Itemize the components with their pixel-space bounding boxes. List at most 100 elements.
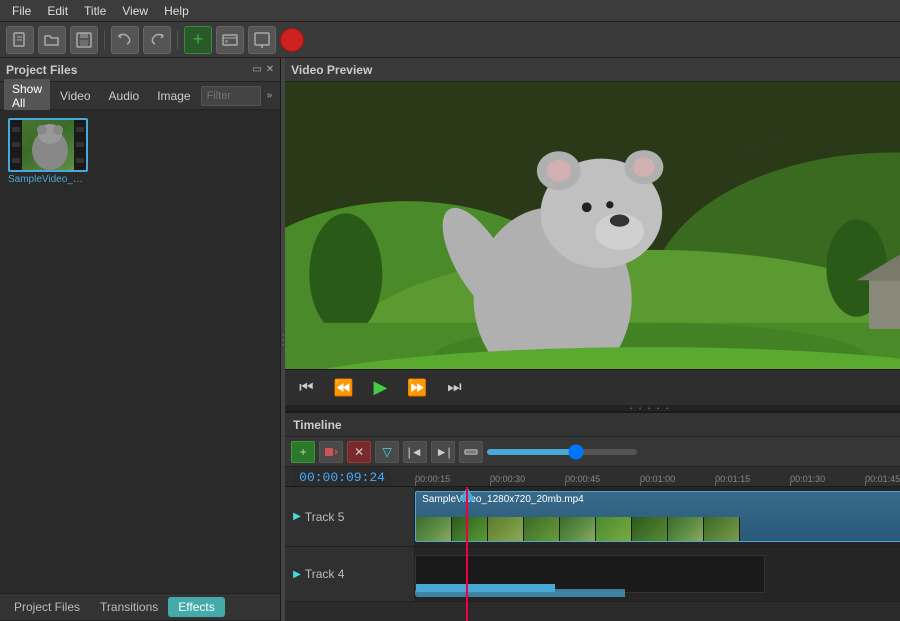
ruler-mark-4: 00:01:15 (715, 474, 790, 484)
film-notch-2 (12, 142, 20, 147)
video-preview-area (285, 82, 900, 369)
filter-arrow-icon[interactable]: » (263, 88, 277, 103)
bottom-tab-projectfiles[interactable]: Project Files (4, 597, 90, 617)
track4-clip (415, 555, 765, 593)
project-files-title: Project Files (6, 63, 77, 77)
timeline-body: 00:00:09:24 00:00:15 00:00:30 00:00:45 0… (285, 467, 900, 621)
save-button[interactable] (70, 26, 98, 54)
tl-ripple-button[interactable] (319, 441, 343, 463)
film-strip-right (74, 120, 86, 170)
main-layout: Project Files ▭ ✕ Show All Video Audio I… (0, 58, 900, 621)
timecode-display: 00:00:09:24 (293, 467, 391, 487)
film-strip-left (10, 120, 22, 170)
track4-label: ▶ Track 4 (285, 547, 415, 601)
project-button[interactable] (216, 26, 244, 54)
track5-content[interactable]: SampleVideo_1280x720_20mb.mp4 (415, 487, 900, 546)
tl-prev-marker-button[interactable]: |◄ (403, 441, 427, 463)
clip-thumb-3 (524, 517, 560, 541)
bottom-tab-effects[interactable]: Effects (168, 597, 224, 617)
tl-remove-button[interactable]: ✕ (347, 441, 371, 463)
tl-next-marker-button[interactable]: ►| (431, 441, 455, 463)
timeline-header: Timeline ▭ ✕ (285, 413, 900, 437)
tl-razor-button[interactable] (459, 441, 483, 463)
undo-button[interactable] (111, 26, 139, 54)
ruler-mark-3: 00:01:00 (640, 474, 715, 484)
track-row-track5: ▶ Track 5 SampleVideo_1280x720_20mb.mp4 (285, 487, 900, 547)
filter-tab-video[interactable]: Video (52, 86, 98, 106)
bottom-tab-transitions[interactable]: Transitions (90, 597, 168, 617)
video-frame-svg (285, 82, 900, 369)
add-button[interactable]: + (184, 26, 212, 54)
clip-thumb-8 (704, 517, 740, 541)
filter-tabs: Show All Video Audio Image » (0, 82, 280, 110)
timeline-toolbar: + ✕ ▽ |◄ ►| 15 seconds (285, 437, 900, 467)
tl-arrow-down-button[interactable]: ▽ (375, 441, 399, 463)
track5-clip[interactable]: SampleVideo_1280x720_20mb.mp4 (415, 491, 900, 542)
separator-1 (104, 30, 105, 50)
panel-close-icon[interactable]: ✕ (266, 64, 274, 75)
tl-add-button[interactable]: + (291, 441, 315, 463)
open-button[interactable] (38, 26, 66, 54)
timeline-zoom-slider[interactable] (487, 449, 637, 455)
track5-name: Track 5 (305, 510, 345, 524)
clip-thumb-7 (668, 517, 704, 541)
preview-controls: ⏮ ⏪ ▶ ⏩ ⏭ (285, 369, 900, 405)
track4-name: Track 4 (305, 567, 345, 581)
filter-tab-audio[interactable]: Audio (101, 86, 148, 106)
panel-minimize-icon[interactable]: ▭ (252, 64, 261, 75)
tracks-container: ▶ Track 5 SampleVideo_1280x720_20mb.mp4 (285, 487, 900, 621)
menu-help[interactable]: Help (156, 2, 197, 20)
timeline-area: Timeline ▭ ✕ + ✕ ▽ |◄ ►| (285, 411, 900, 621)
separator-2 (177, 30, 178, 50)
media-item-label: SampleVideo_12... (8, 174, 88, 185)
clip-thumb-5 (596, 517, 632, 541)
rewind-button[interactable]: ⏪ (330, 376, 358, 400)
track5-label: ▶ Track 5 (285, 487, 415, 546)
skip-forward-button[interactable]: ⏭ (443, 377, 465, 399)
track-row-track4: ▶ Track 4 (285, 547, 900, 602)
clip-thumb-2 (488, 517, 524, 541)
film-notch-5 (76, 142, 84, 147)
ruler-mark-2: 00:00:45 (565, 474, 640, 484)
play-button[interactable]: ▶ (369, 375, 391, 400)
menu-view[interactable]: View (114, 2, 156, 20)
media-thumbnail (8, 118, 88, 172)
clip-thumb-4 (560, 517, 596, 541)
film-notch-6 (76, 158, 84, 163)
timeline-title: Timeline (293, 418, 341, 432)
clip-thumb-6 (632, 517, 668, 541)
filter-tab-image[interactable]: Image (149, 86, 198, 106)
preview-header: Video Preview ▭ ✕ (285, 58, 900, 82)
menu-title[interactable]: Title (76, 2, 114, 20)
redo-button[interactable] (143, 26, 171, 54)
clip-thumbnail-strip (416, 517, 900, 541)
ruler-mark-5: 00:01:30 (790, 474, 865, 484)
clip-thumb-1 (452, 517, 488, 541)
panel-header-icons: ▭ ✕ (252, 64, 274, 75)
new-button[interactable] (6, 26, 34, 54)
fullscreen-button[interactable] (248, 26, 276, 54)
track5-arrow-icon[interactable]: ▶ (293, 511, 301, 522)
preview-section: Video Preview ▭ ✕ (285, 58, 900, 405)
ruler-marks: 00:00:15 00:00:30 00:00:45 00:01:00 00:0… (415, 474, 900, 484)
menu-file[interactable]: File (4, 2, 39, 20)
timeline-ruler: 00:00:09:24 00:00:15 00:00:30 00:00:45 0… (285, 467, 900, 487)
track4-content[interactable] (415, 547, 900, 601)
clip-title: SampleVideo_1280x720_20mb.mp4 (422, 494, 900, 505)
menu-edit[interactable]: Edit (39, 2, 76, 20)
bottom-tabs: Project Files Transitions Effects (0, 593, 280, 621)
track4-arrow-icon[interactable]: ▶ (293, 569, 301, 580)
fast-forward-button[interactable]: ⏩ (403, 376, 431, 400)
ruler-mark-1: 00:00:30 (490, 474, 565, 484)
record-button[interactable] (280, 28, 304, 52)
filter-input[interactable] (201, 86, 261, 106)
media-item-samplevideo[interactable]: SampleVideo_12... (8, 118, 88, 185)
film-notch-4 (76, 127, 84, 132)
filter-tab-showall[interactable]: Show All (4, 79, 50, 113)
preview-title: Video Preview (291, 63, 372, 77)
skip-back-button[interactable]: ⏮ (295, 377, 317, 399)
ruler-mark-0: 00:00:15 (415, 474, 490, 484)
media-area: SampleVideo_12... (0, 110, 280, 593)
left-panel: Project Files ▭ ✕ Show All Video Audio I… (0, 58, 281, 621)
film-notch-3 (12, 158, 20, 163)
